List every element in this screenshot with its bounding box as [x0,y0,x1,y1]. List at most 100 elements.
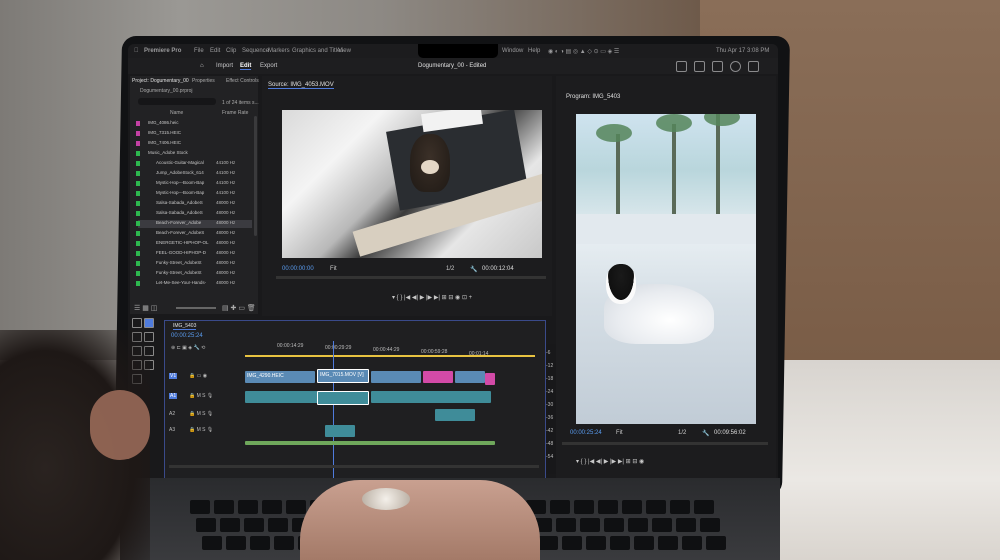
status-icons[interactable]: ◉ ◐ ◑ ▤ ◎ ▲ ◇ ⊙ ▭ ◈ ☰ [548,48,619,55]
menu-window[interactable]: Window [502,48,523,54]
track-v1-label[interactable]: V1 [169,373,178,379]
audio-clip[interactable] [325,425,355,437]
label-color-swatch [136,191,140,196]
wrench-icon[interactable]: 🔧 [470,266,477,273]
source-ratio-dropdown[interactable]: 1/2 [446,266,454,272]
tab-edit[interactable]: Edit [240,63,252,70]
zoom-slider[interactable] [176,307,216,309]
label-color-swatch [136,261,140,266]
menu-file[interactable]: File [194,48,204,54]
graphic-clip[interactable] [423,371,453,383]
track-a2-label[interactable]: A2 [169,411,175,417]
track-toggle-icons[interactable]: 🔒 ▭ ◉ [189,373,207,379]
menubar-clock[interactable]: Thu Apr 17 3:08 PM [716,48,769,54]
keyboard-key [556,518,576,532]
label-color-swatch [136,181,140,186]
project-scrollbar[interactable] [254,116,257,236]
list-view-icon[interactable]: ☰ ▦ ◫ [134,304,157,312]
keyboard-key [586,536,606,550]
keyboard-key [700,518,720,532]
audio-clip[interactable] [371,391,491,403]
program-timecode[interactable]: 00:00:25:24 [570,430,602,436]
program-transport-controls[interactable]: ▾ { } |◀ ◀| ▶ |▶ ▶| ⊞ ⊟ ◉ [576,458,644,465]
source-scrub-bar[interactable] [276,276,546,279]
search-icon[interactable] [730,61,741,72]
meter-label: -30 [546,402,554,408]
palm-leaves [596,124,632,142]
keyboard-key [646,500,666,514]
program-video-frame [576,114,756,424]
program-fit-dropdown[interactable]: Fit [616,430,623,436]
tab-effect-controls[interactable]: Effect Controls [226,78,259,84]
ruler-label: 00:00:29:29 [325,345,352,351]
video-clip[interactable] [371,371,421,383]
fullscreen-icon[interactable] [748,61,759,72]
track-toggle-icons[interactable]: 🔒 M S 🎙 [189,427,213,433]
item-frame-rate: 48000 Hz [216,270,236,275]
graphic-clip[interactable] [485,373,495,385]
item-frame-rate: 44100 Hz [216,160,236,165]
keyboard-key [652,518,672,532]
sequence-tab[interactable]: IMG_5403 [173,323,197,330]
timeline-horizontal-scrollbar[interactable] [169,465,539,468]
track-toggle-icons[interactable]: 🔒 M S 🎙 [189,411,213,417]
menu-graphics[interactable]: Graphics and Titles [292,48,343,54]
video-clip-selected[interactable]: IMG_7015.MOV [V] [317,369,369,383]
column-frame-rate[interactable]: Frame Rate [222,110,248,116]
tab-project[interactable]: Project: Dogumentary_00 [132,78,189,84]
item-name: IMG_7406.HEIC [148,140,182,145]
tab-import[interactable]: Import [216,63,233,69]
workspace-icon[interactable] [676,61,687,72]
timeline-timecode[interactable]: 00:00:25:24 [171,333,203,339]
apple-icon[interactable]:  [134,48,139,54]
video-clip[interactable]: IMG_4290.HEIC [245,371,315,383]
source-transport-controls[interactable]: ▾ { } |◀ ◀| ▶ |▶ ▶| ⊞ ⊟ ◉ ⊡ + [392,294,472,301]
share-icon[interactable] [694,61,705,72]
label-color-swatch [136,131,140,136]
program-monitor-tab[interactable]: Program: IMG_5403 [566,94,620,100]
item-name: ENERGETIC-HIPHOP-OL [156,240,209,245]
new-item-icon[interactable]: ▤ ✚ ▭ 🗑 [222,304,256,312]
menu-clip[interactable]: Clip [226,48,236,54]
label-color-swatch [136,241,140,246]
menu-app-name[interactable]: Premiere Pro [144,48,181,54]
progress-icon[interactable] [712,61,723,72]
program-scrub-bar[interactable] [562,442,768,445]
item-name: IMG_4086.heic [148,120,179,125]
music-clip[interactable] [245,441,495,445]
keyboard-key [244,518,264,532]
track-a1-label[interactable]: A1 [169,393,178,399]
playhead[interactable] [333,341,334,479]
timeline-tool-icons[interactable]: ⊕ ⊏ ▣ ◈ 🔧 ⟲ [171,345,205,351]
selection-tool-icon[interactable] [132,318,142,328]
work-area-bar[interactable] [245,355,535,357]
menu-help[interactable]: Help [528,48,540,54]
item-frame-rate: 48000 Hz [216,220,236,225]
column-name[interactable]: Name [170,110,183,116]
keyboard-key [190,500,210,514]
menu-view[interactable]: View [338,48,351,54]
keyboard-key [250,536,270,550]
wrench-icon[interactable]: 🔧 [702,430,709,437]
audio-clip[interactable] [435,409,475,421]
meter-label: -48 [546,441,554,447]
keyboard-key [574,500,594,514]
project-list-item[interactable]: Beach-Forever_Adobe 48000 Hz [136,220,252,228]
tab-properties[interactable]: Properties [192,78,215,84]
home-icon[interactable]: ⌂ [200,63,204,69]
source-fit-dropdown[interactable]: Fit [330,266,337,272]
project-search-input[interactable] [138,98,216,105]
tab-export[interactable]: Export [260,63,277,69]
program-ratio-dropdown[interactable]: 1/2 [678,430,686,436]
menu-edit[interactable]: Edit [210,48,220,54]
track-select-tool-icon[interactable] [144,318,154,328]
source-monitor-tab[interactable]: Source: IMG_4053.MOV [268,82,334,89]
track-toggle-icons[interactable]: 🔒 M S 🎙 [189,393,213,399]
menu-markers[interactable]: Markers [268,48,290,54]
track-a3-label[interactable]: A3 [169,427,175,433]
video-clip[interactable] [455,371,485,383]
item-name: FEEL-GOOD-HIPHOP-D [156,250,207,255]
audio-clip-selected[interactable] [317,391,369,405]
menu-sequence[interactable]: Sequence [242,48,269,54]
source-timecode[interactable]: 00:00:00:00 [282,266,314,272]
